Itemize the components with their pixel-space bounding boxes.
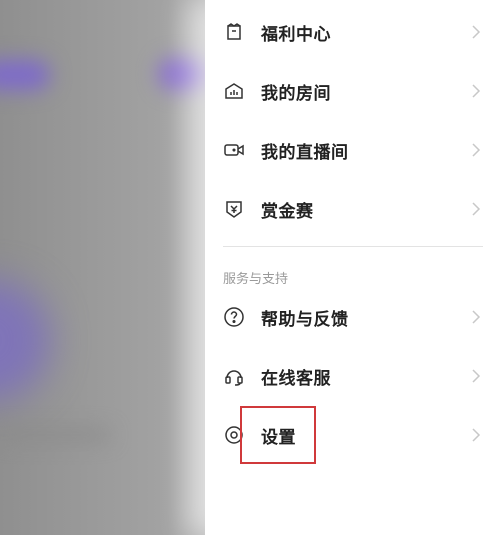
headset-icon [223, 365, 245, 387]
menu-item-help-feedback[interactable]: 帮助与反馈 [223, 297, 493, 337]
blurred-badge [0, 60, 50, 90]
menu-item-welfare-center[interactable]: 福利中心 [223, 12, 493, 52]
blurred-avatar [0, 280, 50, 400]
menu-item-bounty-match[interactable]: 赏金赛 [223, 189, 493, 229]
menu-item-label: 福利中心 [261, 24, 331, 45]
camera-icon [223, 139, 245, 161]
blurred-background [0, 0, 240, 535]
yuan-shield-icon [223, 198, 245, 220]
section-title-support: 服务与支持 [223, 272, 289, 287]
menu-item-label: 在线客服 [261, 368, 331, 389]
menu-item-label: 我的直播间 [261, 142, 349, 163]
menu-item-online-service[interactable]: 在线客服 [223, 356, 493, 396]
chevron-right-icon [472, 310, 481, 324]
room-icon [223, 80, 245, 102]
help-icon [223, 306, 245, 328]
blurred-text [0, 430, 110, 440]
menu-item-label: 赏金赛 [261, 201, 314, 222]
chevron-right-icon [472, 25, 481, 39]
chevron-right-icon [472, 202, 481, 216]
chevron-right-icon [472, 369, 481, 383]
chevron-right-icon [472, 143, 481, 157]
gift-box-icon [223, 21, 245, 43]
menu-item-label: 我的房间 [261, 83, 331, 104]
highlight-box [240, 406, 316, 464]
chevron-right-icon [472, 84, 481, 98]
blurred-badge [158, 58, 208, 90]
chevron-right-icon [472, 428, 481, 442]
menu-item-my-live-room[interactable]: 我的直播间 [223, 130, 493, 170]
divider [223, 246, 483, 247]
menu-item-label: 帮助与反馈 [261, 309, 349, 330]
menu-item-my-room[interactable]: 我的房间 [223, 71, 493, 111]
